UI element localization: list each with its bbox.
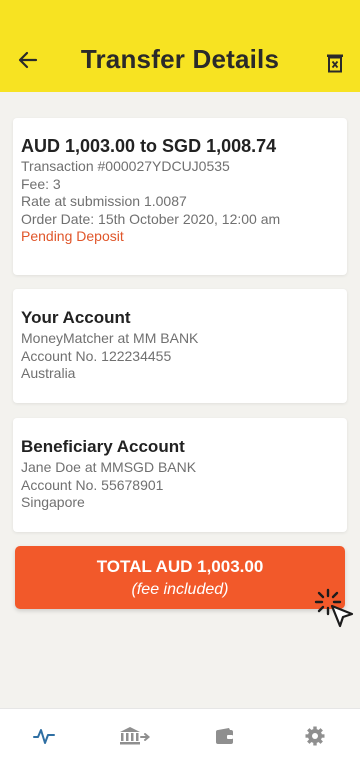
- beneficiary-bank: Jane Doe at MMSGD BANK: [21, 459, 197, 475]
- total-sub-label: (fee included): [131, 581, 229, 598]
- order-date: Order Date: 15th October 2020, 12:00 am: [21, 210, 281, 227]
- wallet-icon: [216, 728, 233, 744]
- your-account-bank: MoneyMatcher at MM BANK: [21, 330, 199, 346]
- beneficiary-account-card: Beneficiary Account Jane Doe at MMSGD BA…: [13, 418, 347, 532]
- page-title: Transfer Details: [80, 44, 280, 74]
- beneficiary-title: Beneficiary Account: [21, 437, 185, 456]
- total-button[interactable]: TOTAL AUD 1,003.00 (fee included): [15, 546, 345, 609]
- your-account-number: Account No. 122234455: [21, 347, 172, 364]
- your-account-country: Australia: [21, 365, 76, 381]
- click-cursor-icon: [314, 588, 354, 628]
- your-account-card: Your Account MoneyMatcher at MM BANK Acc…: [13, 289, 347, 403]
- your-account-title: Your Account: [21, 308, 131, 327]
- status-text: Pending Deposit: [21, 228, 124, 244]
- activity-icon: [33, 729, 55, 744]
- fee: Fee: 3: [21, 175, 61, 192]
- trash-icon: [327, 54, 343, 73]
- total-label: TOTAL AUD 1,003.00: [96, 557, 264, 576]
- app-header: Transfer Details: [0, 0, 360, 92]
- settings-icon: [305, 726, 325, 746]
- delete-button[interactable]: [322, 50, 348, 76]
- bank-transfer-icon: [120, 727, 151, 745]
- transaction-id: Transaction #000027YDCUJ0535: [21, 158, 230, 174]
- transfer-summary-card: AUD 1,003.00 to SGD 1,008.74 Transaction…: [13, 118, 347, 275]
- nav-activity[interactable]: [30, 725, 58, 747]
- bottom-nav: [0, 708, 360, 760]
- nav-bank-transfer[interactable]: [119, 725, 151, 747]
- beneficiary-account-number: Account No. 55678901: [21, 476, 164, 493]
- rate: Rate at submission 1.0087: [21, 193, 187, 209]
- transfer-title: AUD 1,003.00 to SGD 1,008.74: [21, 136, 277, 156]
- nav-wallet[interactable]: [211, 725, 239, 747]
- nav-settings[interactable]: [301, 725, 329, 747]
- beneficiary-country: Singapore: [21, 494, 85, 510]
